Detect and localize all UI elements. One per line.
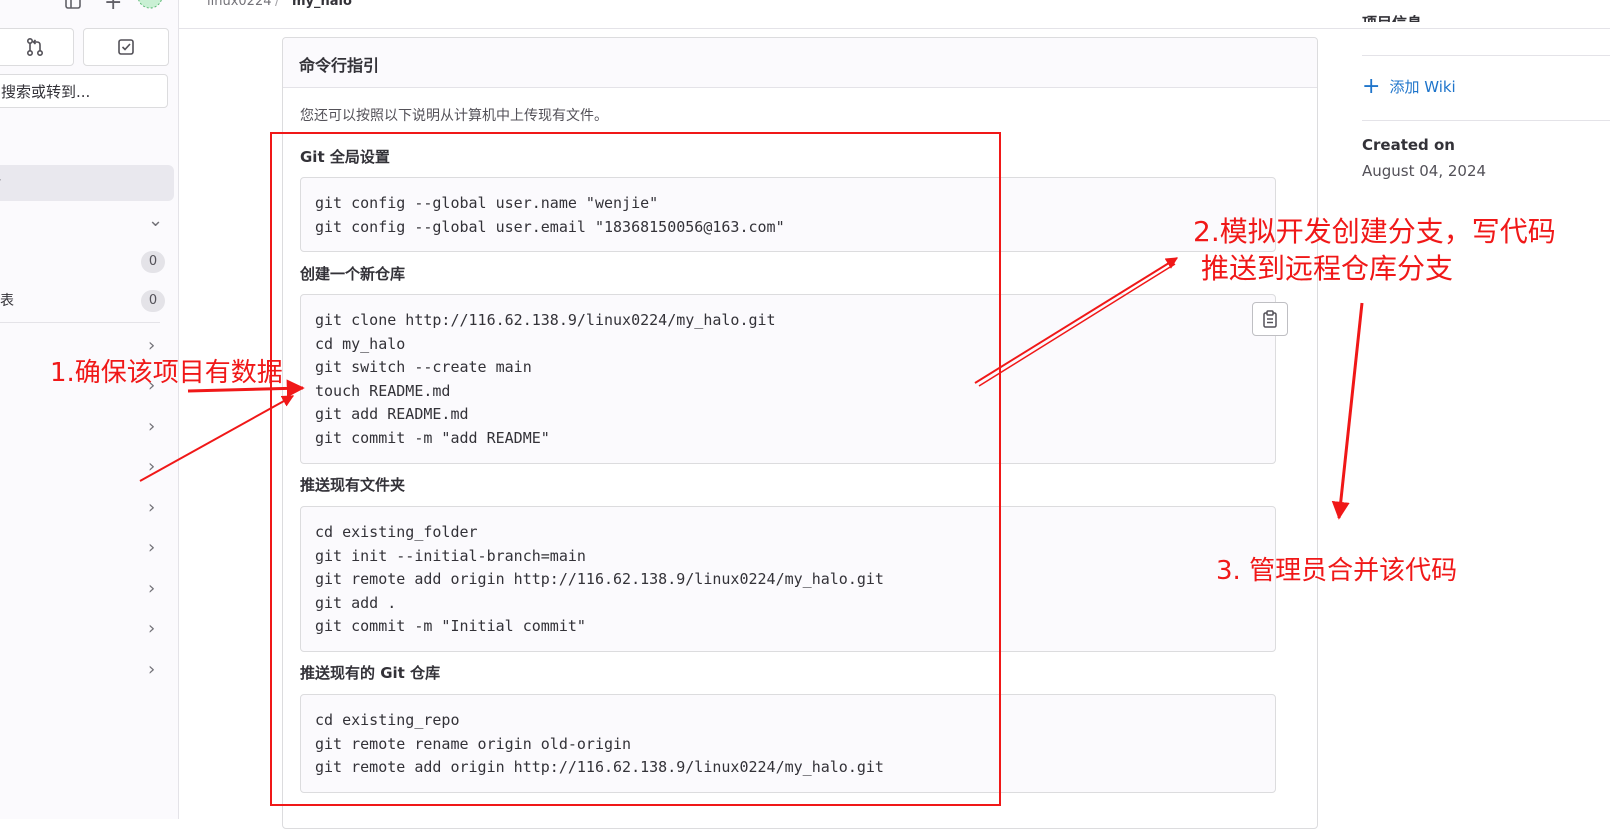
annotation-step-2-line1: 2.模拟开发创建分支，写代码 bbox=[1193, 215, 1556, 248]
annotation-step-1: 1.确保该项目有数据 bbox=[50, 358, 283, 388]
annotation-arrows bbox=[139, 257, 1364, 520]
annotation-step-3: 3. 管理员合并该代码 bbox=[1216, 556, 1458, 586]
annotation-step-2-line2: 推送到远程仓库分支 bbox=[1201, 252, 1454, 285]
